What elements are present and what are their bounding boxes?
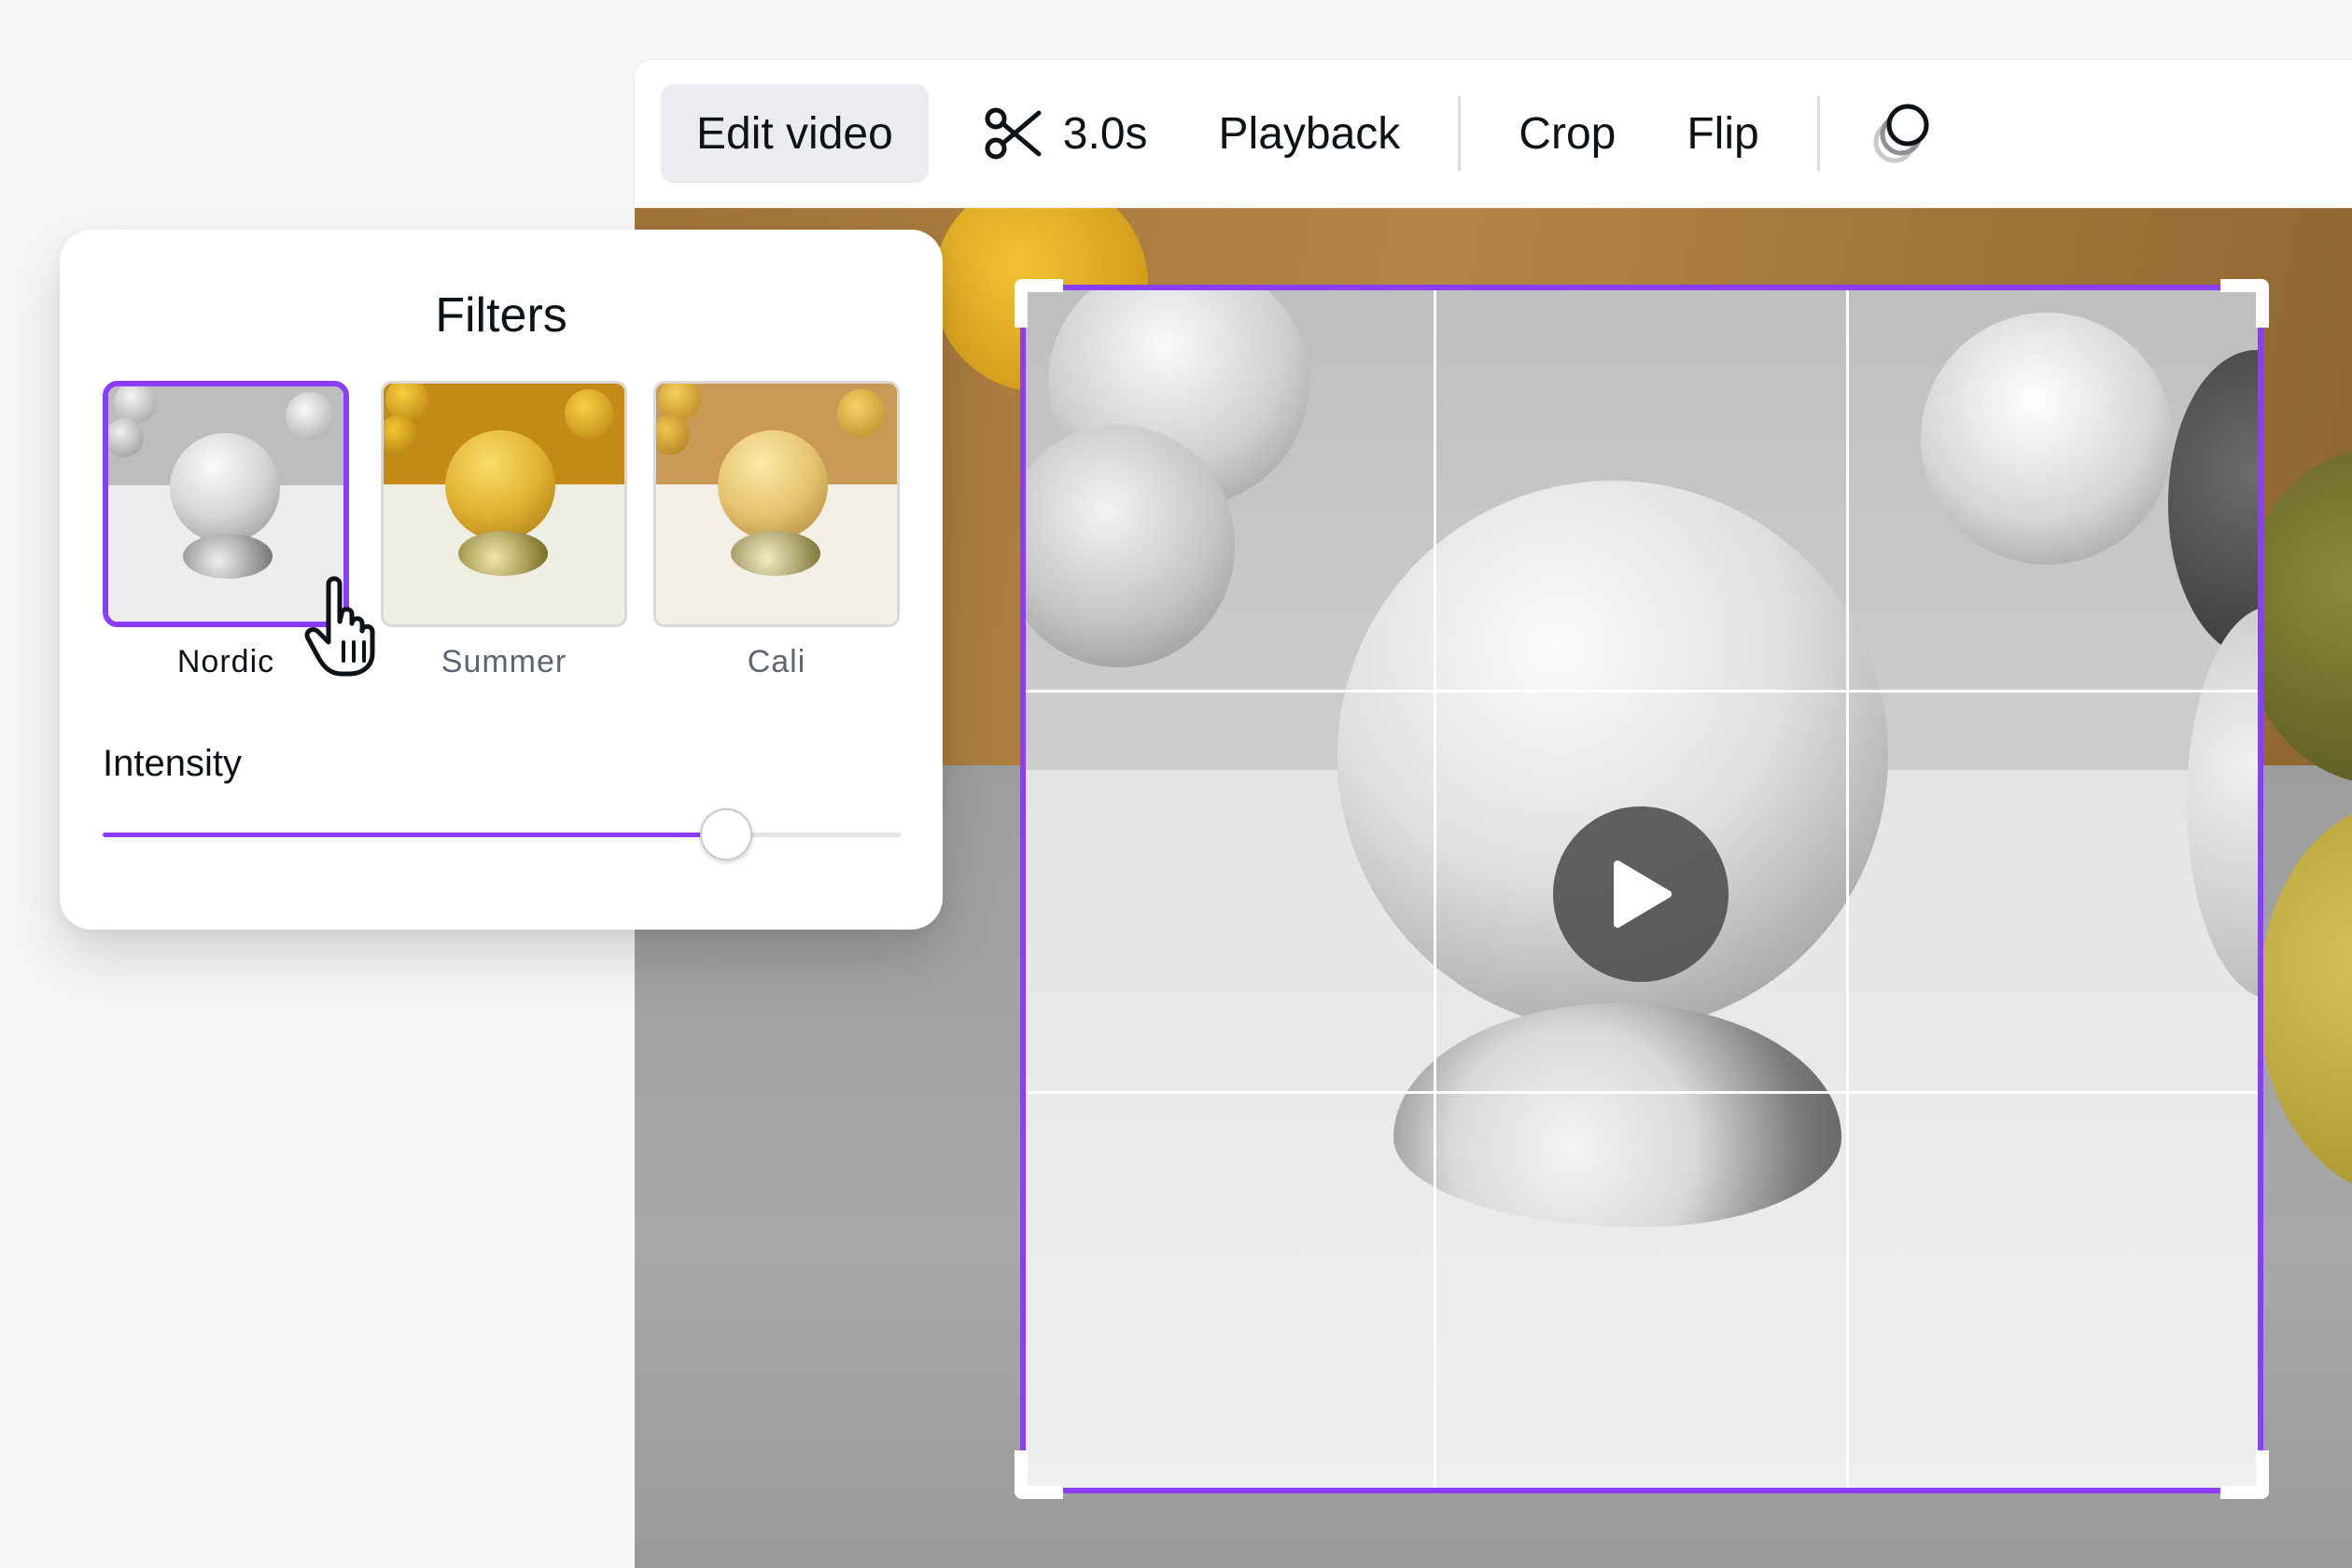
video-editor: Edit video 3.0s Playback Crop Flip xyxy=(0,0,2352,1568)
toolbar-divider xyxy=(1817,96,1820,171)
play-button[interactable] xyxy=(1553,806,1729,982)
hand-cursor-icon xyxy=(301,575,385,678)
thumb-fruit xyxy=(837,389,886,438)
edit-video-button[interactable]: Edit video xyxy=(661,84,929,183)
crop-handle-bottom-right[interactable] xyxy=(2220,1450,2269,1499)
intensity-label: Intensity xyxy=(103,743,242,785)
transparency-icon xyxy=(1870,101,1936,166)
transparency-button[interactable] xyxy=(1842,84,1964,183)
crop-handle-bottom-left[interactable] xyxy=(1015,1450,1063,1499)
thumb-fruit xyxy=(565,389,613,438)
filter-thumbnail xyxy=(381,381,627,627)
trim-button[interactable]: 3.0s xyxy=(947,84,1183,183)
editor-toolbar: Edit video 3.0s Playback Crop Flip xyxy=(635,60,2352,207)
scissors-icon xyxy=(983,105,1043,161)
crop-handle-top-right[interactable] xyxy=(2220,279,2269,328)
thumb-fruit xyxy=(114,381,157,424)
crop-grid-line xyxy=(1026,1091,2258,1094)
filter-cali[interactable]: Cali xyxy=(653,381,900,680)
panel-title: Filters xyxy=(60,287,943,343)
thumb-fruit xyxy=(105,418,144,457)
thumb-fruit xyxy=(458,531,548,576)
crop-grid-line xyxy=(1434,290,1436,1488)
filter-summer[interactable]: Summer xyxy=(381,381,627,680)
playback-label: Playback xyxy=(1219,108,1401,160)
thumb-fruit xyxy=(170,433,280,543)
intensity-slider-thumb[interactable] xyxy=(700,808,752,861)
thumb-fruit xyxy=(718,430,828,540)
intensity-slider[interactable] xyxy=(103,833,902,837)
filter-label: Cali xyxy=(653,644,900,680)
crop-button[interactable]: Crop xyxy=(1483,84,1651,183)
crop-grid-line xyxy=(1026,690,2258,693)
flip-button[interactable]: Flip xyxy=(1651,84,1794,183)
thumb-fruit xyxy=(731,531,820,576)
edit-video-label: Edit video xyxy=(696,108,893,160)
toolbar-divider xyxy=(1458,96,1461,171)
trim-duration-label: 3.0s xyxy=(1063,108,1148,160)
thumb-fruit xyxy=(286,392,334,441)
filter-thumbnail xyxy=(653,381,900,627)
playback-button[interactable]: Playback xyxy=(1183,84,1436,183)
thumb-fruit xyxy=(183,534,273,579)
crop-handle-top-left[interactable] xyxy=(1015,279,1063,328)
crop-label: Crop xyxy=(1519,108,1616,160)
filter-label: Summer xyxy=(381,644,627,680)
thumb-fruit xyxy=(445,430,555,540)
filters-panel: Filters Nordic xyxy=(60,230,943,930)
play-icon xyxy=(1608,859,1673,930)
crop-grid-line xyxy=(1846,290,1849,1488)
intensity-slider-fill xyxy=(103,833,726,837)
flip-label: Flip xyxy=(1687,108,1758,160)
